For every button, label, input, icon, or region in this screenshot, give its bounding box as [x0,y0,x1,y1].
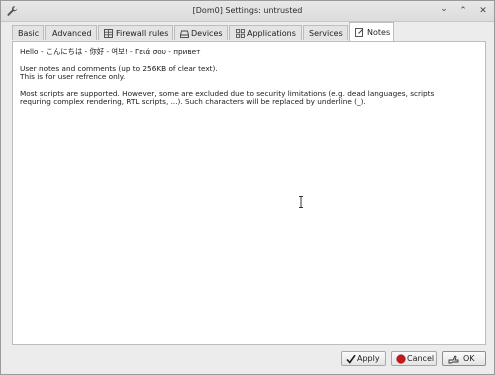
window-title: [Dom0] Settings: untrusted [192,6,303,15]
tab-label: Notes [367,28,391,37]
tab-advanced[interactable]: Advanced [45,25,97,40]
settings-window: [Dom0] Settings: untrusted ⌄ ⌃ ✕ Basic A… [0,0,495,375]
notes-edit-icon [355,28,364,37]
firewall-grid-icon [104,29,113,38]
notes-content: Hello - こんにちは - 你好 - 여보! - Γειά σου - пр… [20,47,480,107]
notes-text-area[interactable]: Hello - こんにちは - 你好 - 여보! - Γειά σου - пр… [12,41,486,345]
minimize-button[interactable]: ⌄ [438,3,450,15]
device-drive-icon [180,30,189,38]
apply-button[interactable]: Apply [341,351,386,366]
tab-label: Devices [191,29,223,38]
ok-button[interactable]: OK [442,351,486,366]
tab-label: Applications [247,29,296,38]
notes-line: requring complex rendering, RTL scripts,… [20,97,366,107]
cancel-icon [396,354,406,364]
maximize-button[interactable]: ⌃ [457,5,469,17]
ok-label: OK [463,354,475,363]
close-button[interactable]: ✕ [477,5,489,17]
tab-notes[interactable]: Notes [349,22,394,41]
tab-label: Firewall rules [116,29,169,38]
cancel-button[interactable]: Cancel [391,351,437,366]
notes-line: Hello - こんにちは - 你好 - 여보! - Γειά σου - пр… [20,47,201,56]
applications-grid-icon [236,29,245,38]
tab-label: Basic [18,29,40,38]
tab-firewall-rules[interactable]: Firewall rules [98,25,173,40]
tab-label: Services [309,29,343,38]
tab-basic[interactable]: Basic [12,25,44,40]
text-cursor-icon [299,196,303,208]
ok-hand-icon [448,355,459,364]
notes-line: This is for user refrence only. [20,72,126,82]
tab-services[interactable]: Services [303,25,348,40]
checkmark-icon [346,354,356,364]
tab-applications[interactable]: Applications [229,25,302,40]
title-bar[interactable]: [Dom0] Settings: untrusted ⌄ ⌃ ✕ [1,1,494,22]
tab-label: Advanced [52,29,92,38]
tab-devices[interactable]: Devices [174,25,228,40]
apply-label: Apply [357,354,380,363]
cancel-label: Cancel [407,354,435,363]
